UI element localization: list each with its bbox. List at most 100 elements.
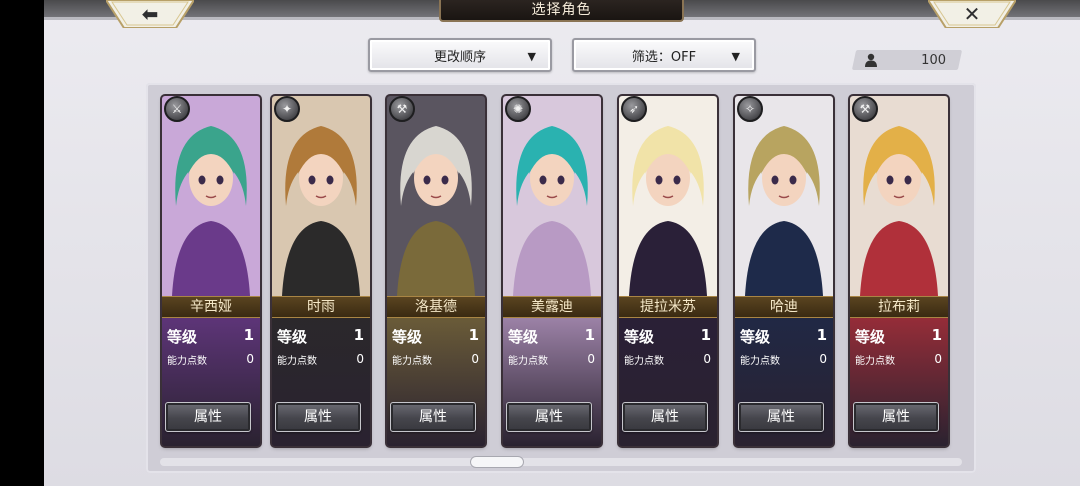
level-row: 等级 1 (855, 326, 942, 347)
points-value: 0 (356, 352, 364, 366)
character-stats: 等级 1 能力点数 0 属性 (619, 318, 717, 446)
arrow-left-icon: ⬅ (141, 2, 159, 26)
character-count: 100 (851, 50, 963, 70)
level-label: 等级 (277, 328, 308, 346)
level-row: 等级 1 (624, 326, 711, 347)
points-label: 能力点数 (392, 356, 432, 367)
points-value: 0 (819, 352, 827, 366)
character-stats: 等级 1 能力点数 0 属性 (850, 318, 948, 446)
character-portrait[interactable] (272, 96, 370, 296)
attribute-button[interactable]: 属性 (622, 402, 708, 432)
level-row: 等级 1 (740, 326, 827, 347)
level-value: 1 (816, 326, 827, 344)
points-label: 能力点数 (624, 356, 664, 367)
character-card[interactable]: ⚒ 拉布莉 等级 1 能力点数 0 属性 (850, 96, 948, 446)
points-label: 能力点数 (740, 356, 780, 367)
level-label: 等级 (508, 328, 539, 346)
points-value: 0 (587, 352, 595, 366)
character-name: 哈迪 (735, 296, 833, 318)
points-label: 能力点数 (277, 356, 317, 367)
character-portrait[interactable] (619, 96, 717, 296)
points-row: 能力点数 0 (855, 352, 942, 367)
character-name: 时雨 (272, 296, 370, 318)
sword-class-icon: ⚔ (164, 96, 190, 122)
triangle-down-icon: ▼ (731, 50, 740, 63)
character-name: 拉布莉 (850, 296, 948, 318)
points-value: 0 (703, 352, 711, 366)
close-button[interactable]: ✕ (928, 0, 1016, 28)
horizontal-scrollbar[interactable] (160, 456, 962, 468)
level-row: 等级 1 (167, 326, 254, 347)
gun-class-icon: ✧ (737, 96, 763, 122)
character-portrait[interactable] (387, 96, 485, 296)
back-button[interactable]: ⬅ (106, 0, 194, 28)
character-name: 洛基德 (387, 296, 485, 318)
points-row: 能力点数 0 (740, 352, 827, 367)
character-portrait[interactable] (735, 96, 833, 296)
character-portrait[interactable] (850, 96, 948, 296)
attribute-button[interactable]: 属性 (275, 402, 361, 432)
character-name: 辛西娅 (162, 296, 260, 318)
level-value: 1 (243, 326, 254, 344)
points-row: 能力点数 0 (167, 352, 254, 367)
triangle-down-icon: ▼ (527, 50, 536, 63)
level-row: 等级 1 (392, 326, 479, 347)
character-portrait[interactable] (503, 96, 601, 296)
character-stats: 等级 1 能力点数 0 属性 (503, 318, 601, 446)
points-label: 能力点数 (508, 356, 548, 367)
points-row: 能力点数 0 (624, 352, 711, 367)
level-value: 1 (468, 326, 479, 344)
level-label: 等级 (855, 328, 886, 346)
scrollbar-thumb[interactable] (470, 456, 524, 468)
points-value: 0 (471, 352, 479, 366)
points-label: 能力点数 (855, 356, 895, 367)
points-row: 能力点数 0 (392, 352, 479, 367)
character-stats: 等级 1 能力点数 0 属性 (162, 318, 260, 446)
sort-order-label: 更改顺序 (433, 49, 486, 65)
level-label: 等级 (624, 328, 655, 346)
page-title: 选择角色 (439, 0, 684, 22)
character-card[interactable]: ⚔ 辛西娅 等级 1 能力点数 0 属性 (162, 96, 260, 446)
character-card[interactable]: ⚒ 洛基德 等级 1 能力点数 0 属性 (387, 96, 485, 446)
attribute-button[interactable]: 属性 (853, 402, 939, 432)
character-name: 美露迪 (503, 296, 601, 318)
level-label: 等级 (392, 328, 423, 346)
staff-class-icon: ✺ (505, 96, 531, 122)
character-card[interactable]: ✦ 时雨 等级 1 能力点数 0 属性 (272, 96, 370, 446)
sort-order-dropdown[interactable]: 更改顺序 ▼ (368, 38, 552, 72)
character-count-value: 100 (921, 52, 946, 68)
points-label: 能力点数 (167, 356, 207, 367)
level-label: 等级 (740, 328, 771, 346)
points-value: 0 (246, 352, 254, 366)
character-card[interactable]: ➶ 提拉米苏 等级 1 能力点数 0 属性 (619, 96, 717, 446)
filter-label: 筛选：OFF (631, 49, 697, 65)
character-card[interactable]: ✺ 美露迪 等级 1 能力点数 0 属性 (503, 96, 601, 446)
level-row: 等级 1 (508, 326, 595, 347)
level-value: 1 (931, 326, 942, 344)
points-row: 能力点数 0 (277, 352, 364, 367)
points-row: 能力点数 0 (508, 352, 595, 367)
level-label: 等级 (167, 328, 198, 346)
character-stats: 等级 1 能力点数 0 属性 (735, 318, 833, 446)
close-x-icon: ✕ (963, 2, 981, 26)
filter-dropdown[interactable]: 筛选：OFF ▼ (572, 38, 756, 72)
hammer-class-icon: ⚒ (852, 96, 878, 122)
attribute-button[interactable]: 属性 (165, 402, 251, 432)
attribute-button[interactable]: 属性 (390, 402, 476, 432)
axe-class-icon: ⚒ (389, 96, 415, 122)
level-value: 1 (700, 326, 711, 344)
left-letterbox (0, 0, 44, 486)
character-card[interactable]: ✧ 哈迪 等级 1 能力点数 0 属性 (735, 96, 833, 446)
spear-class-icon: ✦ (274, 96, 300, 122)
character-select-screen: ⬅ 选择角色 ✕ 更改顺序 ▼ 筛选：OFF ▼ 100 ⚔ 辛西娅 等级 1 … (44, 0, 1080, 486)
level-value: 1 (353, 326, 364, 344)
person-icon (865, 53, 877, 67)
character-name: 提拉米苏 (619, 296, 717, 318)
attribute-button[interactable]: 属性 (738, 402, 824, 432)
points-value: 0 (934, 352, 942, 366)
character-stats: 等级 1 能力点数 0 属性 (272, 318, 370, 446)
character-portrait[interactable] (162, 96, 260, 296)
level-value: 1 (584, 326, 595, 344)
attribute-button[interactable]: 属性 (506, 402, 592, 432)
level-row: 等级 1 (277, 326, 364, 347)
